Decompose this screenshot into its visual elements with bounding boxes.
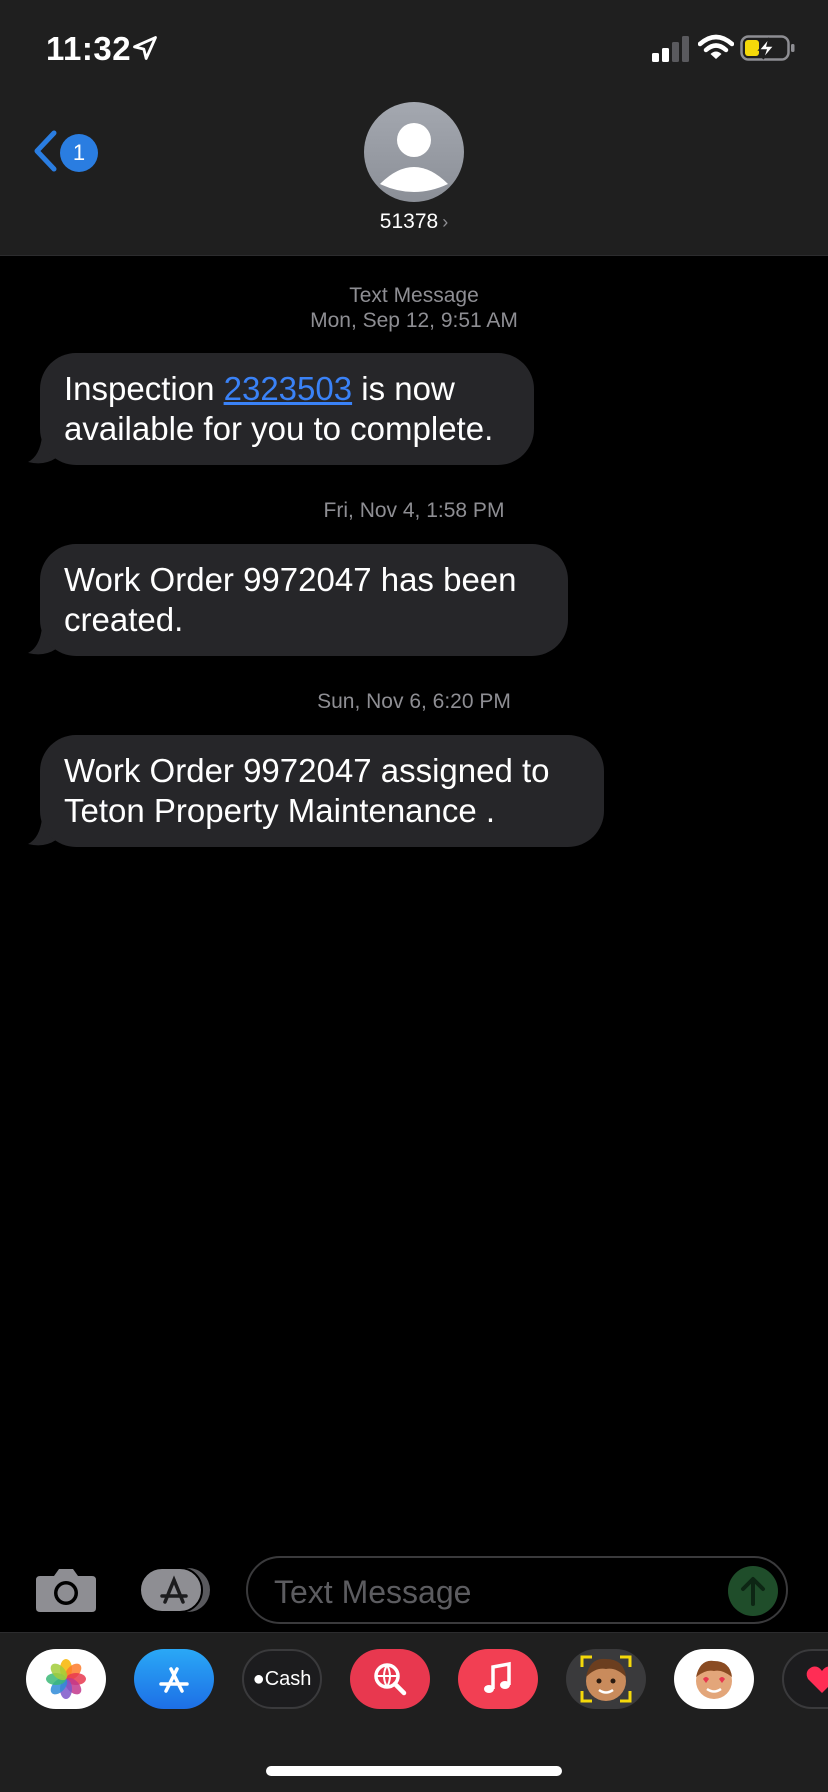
memoji-icon[interactable] bbox=[566, 1649, 646, 1709]
web-search-icon[interactable] bbox=[350, 1649, 430, 1709]
chevron-right-icon: › bbox=[442, 212, 449, 232]
message-bubble[interactable]: Work Order 9972047 has been created. bbox=[40, 544, 568, 656]
camera-icon[interactable] bbox=[34, 1564, 98, 1614]
wifi-icon bbox=[698, 34, 734, 59]
app-store-drawer-icon[interactable] bbox=[138, 1566, 214, 1614]
home-indicator[interactable] bbox=[266, 1766, 562, 1776]
status-bar: 11:32 bbox=[0, 0, 828, 100]
inspection-link[interactable]: 2323503 bbox=[224, 370, 352, 407]
message-input[interactable]: Text Message bbox=[246, 1556, 788, 1624]
unread-count-badge: 1 bbox=[60, 134, 98, 172]
status-time: 11:32 bbox=[46, 30, 132, 67]
message-type-label: Text Message bbox=[349, 284, 479, 307]
message-bubble[interactable]: Inspection 2323503 is now available for … bbox=[40, 353, 534, 465]
back-button[interactable]: 1 bbox=[32, 126, 102, 176]
contact-name: 51378 bbox=[379, 210, 439, 233]
timestamp: Fri, Nov 4, 1:58 PM bbox=[323, 499, 505, 522]
location-arrow-icon bbox=[133, 36, 157, 60]
arrow-up-icon bbox=[741, 1577, 765, 1606]
timestamp: Text Message Mon, Sep 12, 9:51 AM bbox=[0, 283, 828, 333]
music-icon[interactable] bbox=[458, 1649, 538, 1709]
message-text: Work Order 9972047 has been created. bbox=[64, 561, 517, 638]
cellular-signal-icon bbox=[652, 36, 689, 62]
composer-bar: Text Message bbox=[0, 1548, 828, 1628]
apple-cash-icon[interactable]: ●Cash bbox=[242, 1649, 322, 1709]
apple-cash-label: ●Cash bbox=[252, 1667, 312, 1690]
photos-icon[interactable] bbox=[26, 1649, 106, 1709]
chevron-left-icon bbox=[34, 130, 57, 172]
app-store-icon[interactable] bbox=[134, 1649, 214, 1709]
digital-touch-icon[interactable] bbox=[782, 1649, 828, 1709]
animoji-stickers-icon[interactable] bbox=[674, 1649, 754, 1709]
battery-charging-icon bbox=[740, 35, 795, 61]
message-input-placeholder: Text Message bbox=[274, 1574, 472, 1610]
send-button[interactable] bbox=[728, 1566, 778, 1616]
person-icon bbox=[380, 123, 448, 192]
message-text: Work Order 9972047 assigned to Teton Pro… bbox=[64, 752, 550, 829]
timestamp: Sun, Nov 6, 6:20 PM bbox=[317, 690, 511, 713]
header: 11:32 1 51378 › bbox=[0, 0, 828, 256]
message-text: Inspection bbox=[64, 370, 224, 407]
contact-name-button[interactable]: 51378 › bbox=[0, 210, 828, 234]
contact-avatar[interactable] bbox=[364, 102, 464, 202]
timestamp-text: Mon, Sep 12, 9:51 AM bbox=[310, 309, 518, 332]
message-bubble[interactable]: Work Order 9972047 assigned to Teton Pro… bbox=[40, 735, 604, 847]
